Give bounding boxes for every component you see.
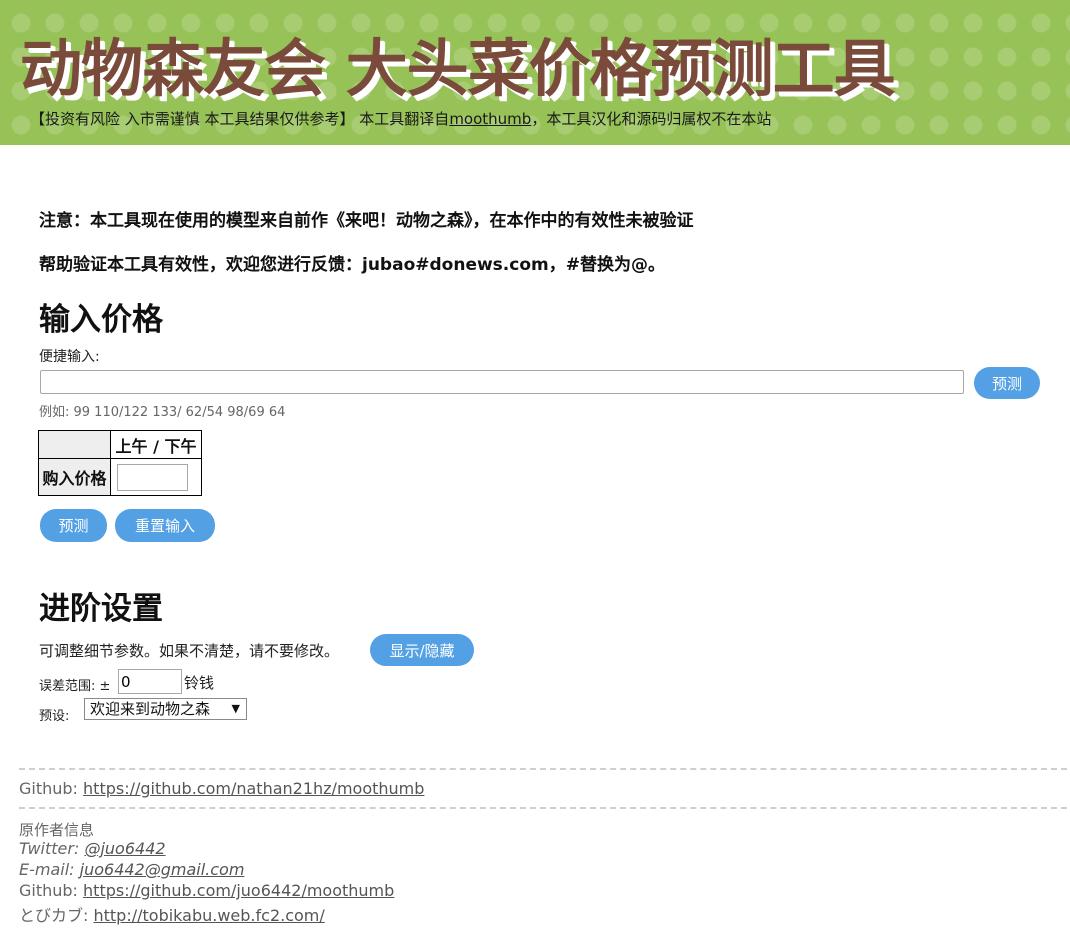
predict-button[interactable]: 预测 <box>40 509 107 542</box>
notice-model: 注意：本工具现在使用的模型来自前作《来吧！动物之森》，在本作中的有效性未被验证 <box>39 211 694 231</box>
subtitle-prefix: 【投资有风险 入市需谨慎 本工具结果仅供参考】 本工具翻译自 <box>30 110 450 128</box>
tobikabu-label: とびカブ: <box>19 906 94 925</box>
buy-price-cell <box>110 458 202 496</box>
footer-github-line: Github: https://github.com/nathan21hz/mo… <box>19 779 424 798</box>
advanced-description: 可调整细节参数。如果不清楚，请不要修改。 <box>39 642 340 660</box>
input-price-heading: 输入价格 <box>39 302 163 338</box>
quick-input-label: 便捷输入: <box>39 349 100 365</box>
author-github-line: Github: https://github.com/juo6442/mooth… <box>19 881 394 900</box>
quick-input-field[interactable] <box>40 370 964 394</box>
page-title: 动物森友会 大头菜价格预测工具 <box>20 32 896 105</box>
author-twitter-line: Twitter: @juo6442 <box>19 839 166 858</box>
footer-github-label: Github: <box>19 779 84 798</box>
error-range-input[interactable] <box>118 669 182 694</box>
author-github-link[interactable]: https://github.com/juo6442/moothumb <box>83 881 394 900</box>
header-subtitle: 【投资有风险 入市需谨慎 本工具结果仅供参考】 本工具翻译自moothumb，本… <box>30 108 771 129</box>
tobikabu-line: とびカブ: http://tobikabu.web.fc2.com/ <box>19 902 325 926</box>
footer-github-link[interactable]: https://github.com/nathan21hz/moothumb <box>83 779 424 798</box>
preset-label: 预设: <box>39 709 70 724</box>
error-range-label: 误差范围: ± <box>39 679 111 694</box>
error-unit-label: 铃钱 <box>184 674 215 692</box>
buy-price-label: 购入价格 <box>38 458 111 496</box>
author-github-label: Github: <box>19 881 84 900</box>
quick-input-example: 例如: 99 110/122 133/ 62/54 98/69 64 <box>39 405 286 420</box>
author-info-heading: 原作者信息 <box>19 821 95 839</box>
moothumb-link[interactable]: moothumb <box>449 110 531 128</box>
table-corner <box>38 430 111 459</box>
preset-select[interactable]: 欢迎来到动物之森 ▼ <box>84 698 247 720</box>
preset-selected-value: 欢迎来到动物之森 <box>90 700 211 718</box>
advanced-heading: 进阶设置 <box>39 591 163 627</box>
am-pm-header: 上午 / 下午 <box>110 430 202 459</box>
buy-price-input[interactable] <box>117 463 188 491</box>
email-link[interactable]: juo6442@gmail.com <box>80 860 245 879</box>
reset-button[interactable]: 重置输入 <box>115 509 215 542</box>
toggle-advanced-button[interactable]: 显示/隐藏 <box>370 634 474 666</box>
notice-feedback: 帮助验证本工具有效性，欢迎您进行反馈：jubao#donews.com，#替换为… <box>39 255 665 275</box>
quick-predict-button[interactable]: 预测 <box>974 367 1040 399</box>
price-table: 上午 / 下午 购入价格 <box>38 430 202 496</box>
email-label: E-mail: <box>19 860 80 879</box>
header-banner: 动物森友会 大头菜价格预测工具 【投资有风险 入市需谨慎 本工具结果仅供参考】 … <box>0 0 1070 145</box>
twitter-label: Twitter: <box>19 839 85 858</box>
footer-divider-top <box>19 768 1067 770</box>
tobikabu-link[interactable]: http://tobikabu.web.fc2.com/ <box>93 906 324 925</box>
subtitle-suffix: ，本工具汉化和源码归属权不在本站 <box>531 110 772 128</box>
footer-divider-bottom <box>19 807 1067 809</box>
dropdown-arrow-icon: ▼ <box>231 702 240 715</box>
twitter-link[interactable]: @juo6442 <box>84 839 165 858</box>
author-email-line: E-mail: juo6442@gmail.com <box>19 860 244 879</box>
